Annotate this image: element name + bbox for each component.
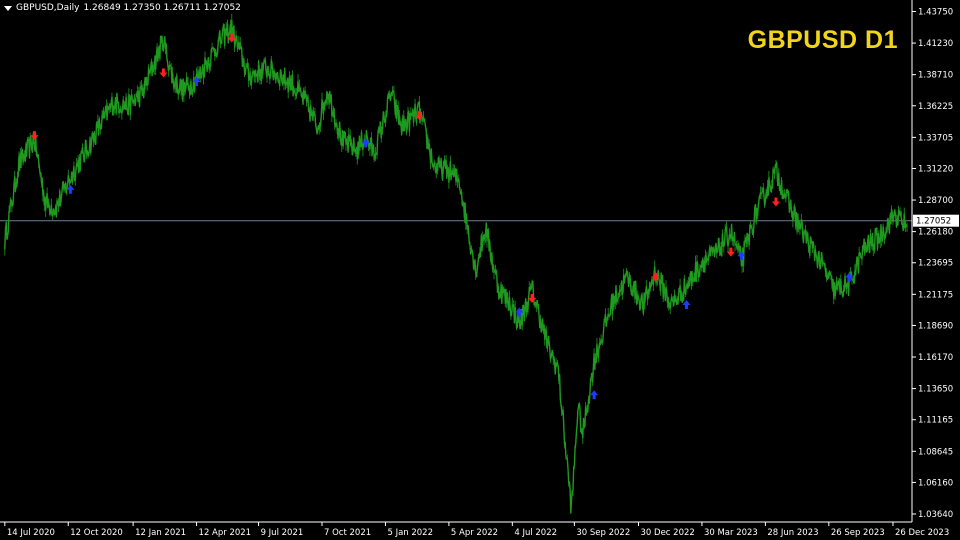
x-tick-label: 12 Apr 2021 — [199, 528, 252, 538]
x-tick-label: 12 Oct 2020 — [70, 528, 123, 538]
chart-canvas[interactable]: 1.43750 1.41230 1.38710 1.36225 1.33705 1.312… — [0, 0, 960, 540]
x-tick-label: 26 Sep 2023 — [831, 528, 885, 538]
y-tick-label: 1.26180 — [918, 228, 953, 238]
y-tick-label: 1.33705 — [918, 133, 953, 143]
y-tick-label: 1.43750 — [918, 8, 953, 18]
buy-arrow-icon — [682, 300, 691, 310]
x-tick-label: 4 Jul 2022 — [514, 528, 557, 538]
x-tick-label: 28 Jun 2023 — [767, 528, 818, 538]
x-tick-label: 30 Dec 2022 — [641, 528, 695, 538]
sell-arrow-icon — [771, 197, 780, 207]
price-series-line — [4, 19, 908, 514]
y-tick-label: 1.16170 — [918, 353, 953, 363]
x-tick-label: 30 Sep 2022 — [576, 528, 630, 538]
ohlc-values: 1.26849 1.27350 1.26711 1.27052 — [83, 3, 241, 13]
y-tick-label: 1.18690 — [918, 321, 953, 331]
y-tick-label: 1.13650 — [918, 385, 953, 395]
y-tick-label: 1.28700 — [918, 196, 953, 206]
x-tick-label: 26 Dec 2023 — [895, 528, 949, 538]
y-tick-label: 1.21175 — [918, 290, 953, 300]
symbol-timeframe: GBPUSD,Daily — [16, 3, 80, 13]
price-chart[interactable]: 1.43750 1.41230 1.38710 1.36225 1.33705 1.312… — [0, 0, 960, 540]
x-tick-label: 9 Jul 2021 — [261, 528, 304, 538]
y-tick-label: 1.03640 — [918, 510, 953, 520]
x-tick-label: 30 Mar 2023 — [704, 528, 758, 538]
y-tick-label: 1.06160 — [918, 478, 953, 488]
chart-header: GBPUSD,Daily 1.26849 1.27350 1.26711 1.2… — [4, 3, 241, 13]
y-tick-label: 1.23695 — [918, 259, 953, 269]
chart-title: GBPUSD D1 — [747, 26, 898, 54]
y-tick-label: 1.36225 — [918, 102, 953, 112]
y-tick-label: 1.11165 — [918, 416, 953, 426]
y-tick-label: 1.08645 — [918, 447, 953, 457]
x-tick-label: 7 Oct 2021 — [324, 528, 371, 538]
y-tick-label: 1.31220 — [918, 164, 953, 174]
y-tick-label: 1.41230 — [918, 39, 953, 49]
y-tick-label: 1.38710 — [918, 71, 953, 81]
buy-arrow-icon — [590, 390, 599, 400]
x-tick-label: 14 Jul 2020 — [7, 528, 55, 538]
x-tick-label: 5 Apr 2022 — [451, 528, 498, 538]
sell-arrow-icon — [159, 68, 168, 78]
triangle-down-icon[interactable] — [4, 5, 12, 11]
current-price-label: 1.27052 — [916, 217, 951, 227]
x-tick-label: 5 Jan 2022 — [387, 528, 433, 538]
x-tick-label: 12 Jan 2021 — [135, 528, 186, 538]
